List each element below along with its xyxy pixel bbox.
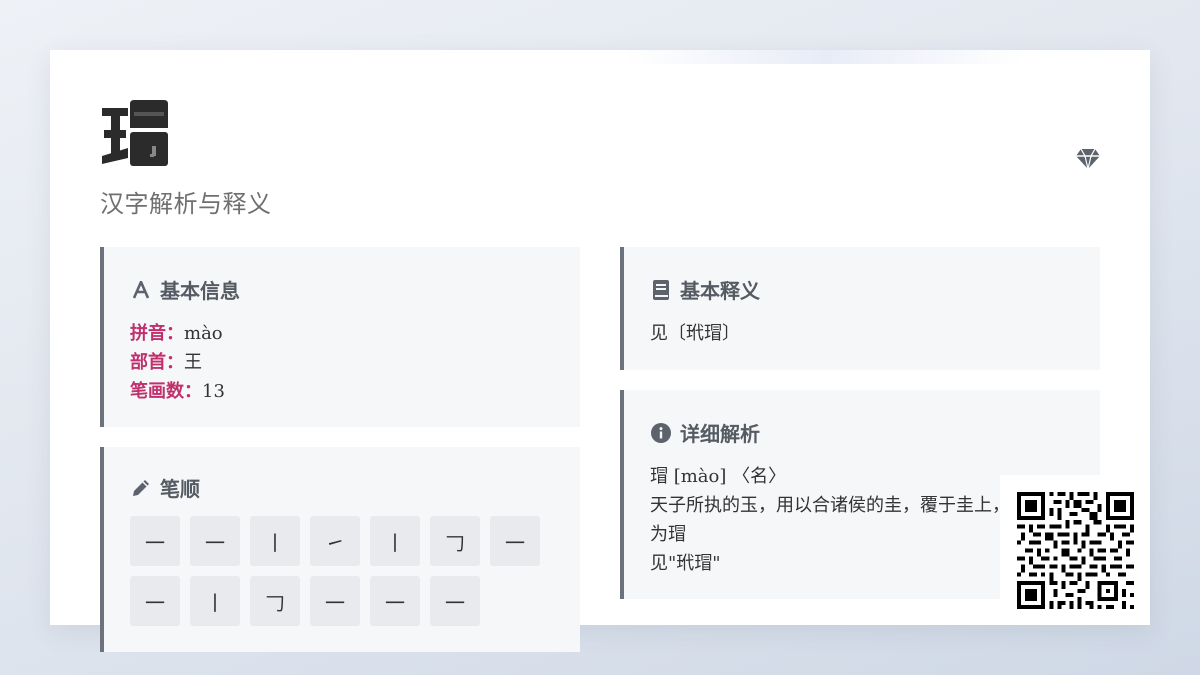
pinyin-label: 拼音： xyxy=(130,323,184,344)
basic-info-panel: 基本信息 拼音：mào 部首：王 笔画数：13 xyxy=(100,247,580,427)
basic-meaning-text: 见〔玳瑁〕 xyxy=(650,323,740,344)
font-a-icon xyxy=(130,279,152,301)
pencil-icon xyxy=(130,477,152,499)
character-glyph xyxy=(102,100,168,166)
basic-info-title-text: 基本信息 xyxy=(160,279,240,303)
detail-line: 为瑁 xyxy=(650,524,686,545)
basic-info-title: 基本信息 xyxy=(130,275,240,304)
page-subtitle: 汉字解析与释义 xyxy=(100,190,272,218)
info-circle-icon xyxy=(650,422,672,444)
basic-meaning-panel: 基本释义 见〔玳瑁〕 xyxy=(620,247,1100,370)
stroke-cell[interactable]: ㇀ xyxy=(310,516,360,566)
stroke-cell[interactable]: 一 xyxy=(370,576,420,626)
detail-line: 见"玳瑁" xyxy=(650,553,721,574)
stroke-order-title-text: 笔顺 xyxy=(160,477,200,501)
basic-meaning-title: 基本释义 xyxy=(650,275,760,304)
stroke-cell[interactable]: 一 xyxy=(190,516,240,566)
stroke-count-label: 笔画数： xyxy=(130,381,202,402)
detail-line: 瑁 [mào] 〈名〉 xyxy=(650,466,787,487)
main-card: 汉字解析与释义 基本信息 拼音：mào 部首：王 笔画数：13 笔顺 一 一 丨… xyxy=(50,50,1150,652)
stroke-cell[interactable]: 一 xyxy=(130,516,180,566)
radical-row: 部首：王 xyxy=(130,348,225,377)
stroke-cell[interactable]: 一 xyxy=(490,516,540,566)
gem-icon[interactable] xyxy=(1076,148,1100,170)
radical-value: 王 xyxy=(184,352,202,373)
qr-code[interactable] xyxy=(1000,475,1150,625)
basic-info-list: 拼音：mào 部首：王 笔画数：13 xyxy=(130,319,225,406)
stroke-cell[interactable]: 丨 xyxy=(250,516,300,566)
stroke-cell[interactable]: 一 xyxy=(430,576,480,626)
detail-title-text: 详细解析 xyxy=(680,422,760,446)
pinyin-value: mào xyxy=(184,323,223,344)
stroke-cell[interactable]: 丨 xyxy=(190,576,240,626)
stroke-count-value: 13 xyxy=(202,381,225,402)
pinyin-row: 拼音：mào xyxy=(130,319,225,348)
stroke-count-row: 笔画数：13 xyxy=(130,377,225,406)
stroke-order-title: 笔顺 xyxy=(130,473,200,502)
stroke-order-panel: 笔顺 一 一 丨 ㇀ 丨 𠃌 一 一 丨 𠃌 一 一 一 xyxy=(100,447,580,652)
stroke-cell[interactable]: 𠃌 xyxy=(250,576,300,626)
detail-title: 详细解析 xyxy=(650,418,760,447)
stroke-cell[interactable]: 丨 xyxy=(370,516,420,566)
basic-meaning-title-text: 基本释义 xyxy=(680,279,760,303)
book-icon xyxy=(650,279,672,301)
detail-line: 天子所执的玉，用以合诸侯的圭，覆于圭上， xyxy=(650,495,1010,516)
stroke-cell[interactable]: 一 xyxy=(130,576,180,626)
stroke-cell[interactable]: 𠃌 xyxy=(430,516,480,566)
radical-label: 部首： xyxy=(130,352,184,373)
detail-text: 瑁 [mào] 〈名〉 天子所执的玉，用以合诸侯的圭，覆于圭上， 为瑁 见"玳瑁… xyxy=(650,462,1010,578)
top-glow-decoration xyxy=(625,50,1025,64)
stroke-cell[interactable]: 一 xyxy=(310,576,360,626)
